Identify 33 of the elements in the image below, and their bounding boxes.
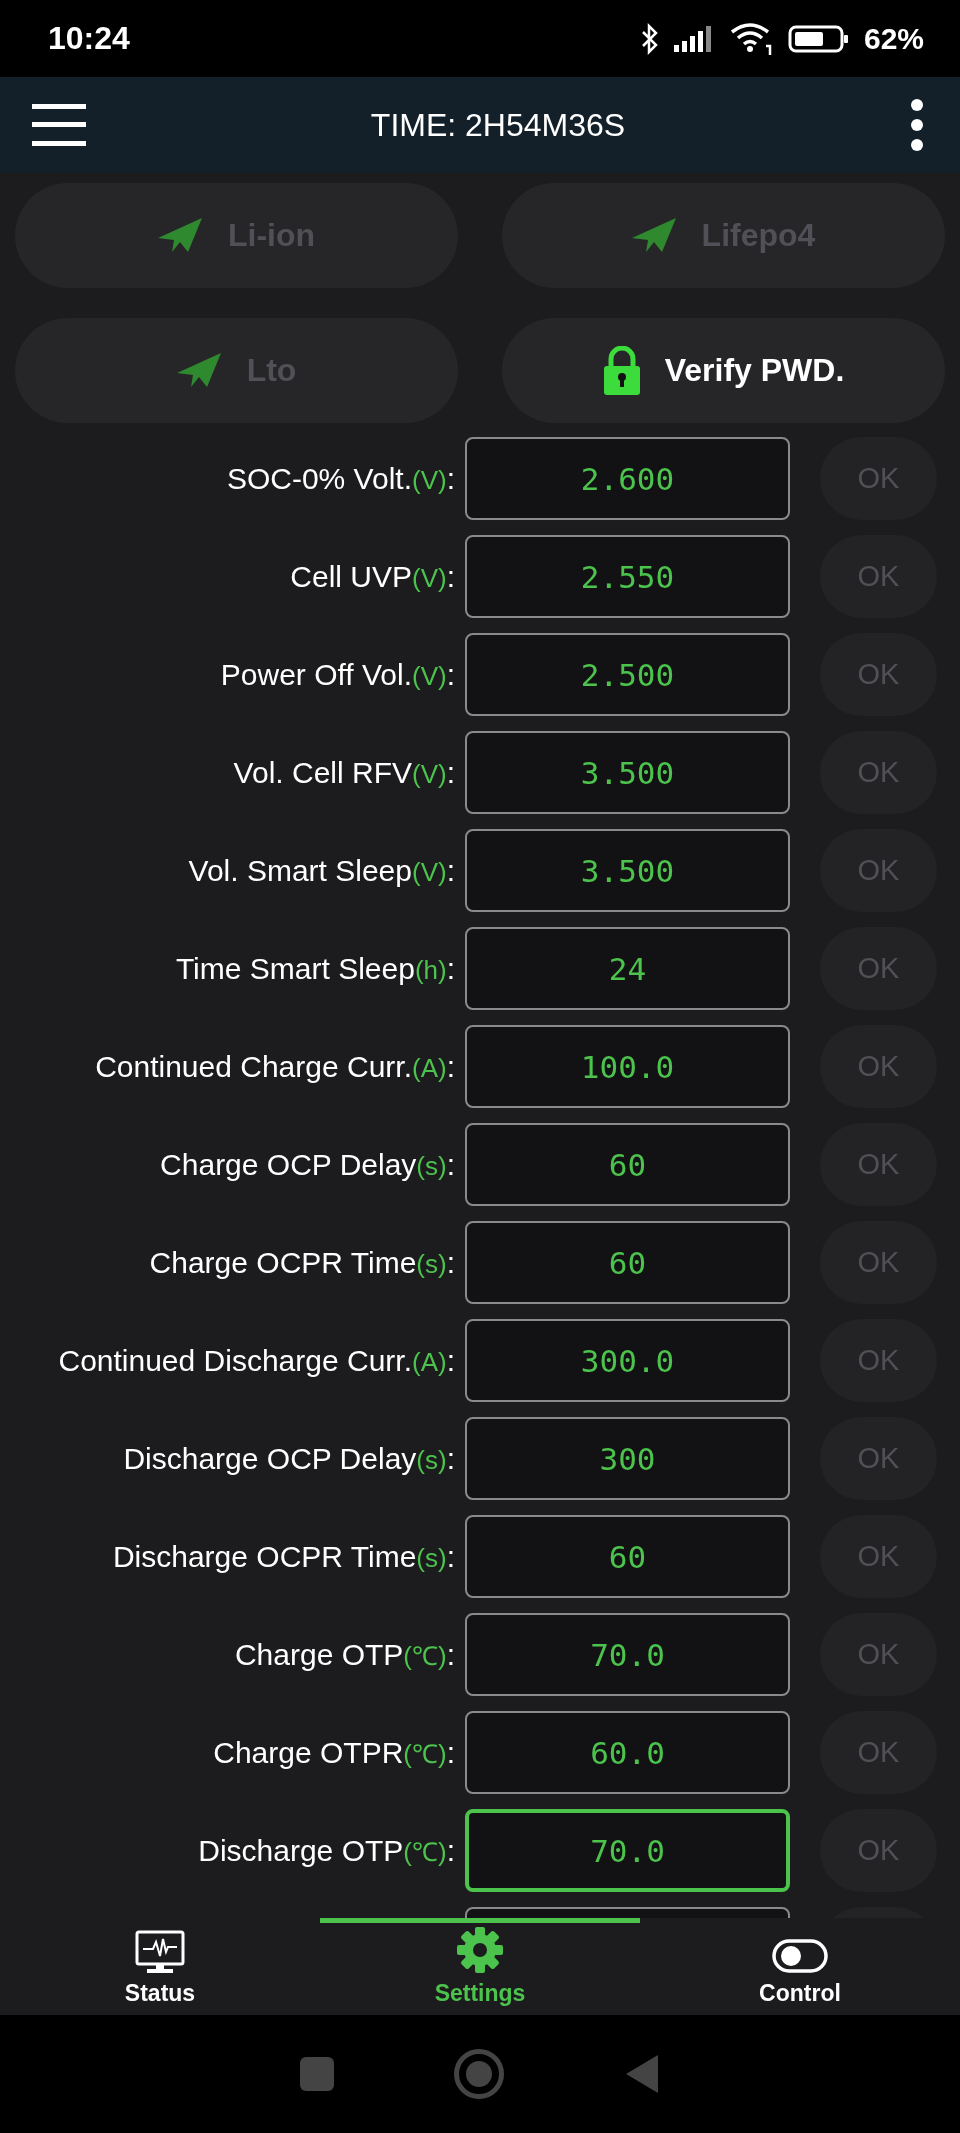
setting-label: Power Off Vol.(V): (219, 657, 455, 693)
setting-label: Vol. Smart Sleep(V): (187, 853, 455, 889)
nav-tab[interactable]: Control (640, 1918, 960, 2015)
battery-type-button[interactable]: Verify PWD. (502, 318, 945, 423)
nav-tab[interactable]: Status (0, 1918, 320, 2015)
back-button[interactable] (624, 2053, 660, 2095)
toggle-icon (772, 1938, 828, 1974)
recent-apps-button[interactable] (300, 2057, 334, 2091)
setting-label: Continued Charge Curr.(A): (94, 1049, 455, 1085)
setting-label: Discharge OCP Delay(s): (122, 1441, 455, 1477)
lock-icon (602, 345, 641, 396)
menu-icon[interactable] (32, 104, 86, 146)
status-time: 10:24 (48, 20, 130, 57)
setting-label: Charge OCP Delay(s): (159, 1147, 455, 1183)
battery-level: 62% (863, 21, 924, 56)
setting-label: Charge OTP(℃): (233, 1637, 455, 1673)
setting-label: Charge OTPR(℃): (212, 1735, 455, 1771)
monitor-icon (135, 1930, 185, 1974)
setting-label: Charge OCPR Time(s): (148, 1245, 455, 1281)
home-button[interactable] (454, 2049, 504, 2099)
setting-label: Vol. Cell RFV(V): (232, 755, 455, 791)
battery-icon (787, 23, 850, 54)
bluetooth-icon (639, 22, 660, 55)
more-options-icon[interactable] (910, 99, 924, 151)
settings-icon (456, 1926, 504, 1974)
setting-label: Time Smart Sleep(h): (174, 951, 455, 987)
wifi-icon (729, 21, 774, 56)
header-title: TIME: 2H54M36S (370, 106, 626, 144)
setting-label: Continued Discharge Curr.(A): (57, 1343, 455, 1379)
setting-label: SOC-0% Volt.(V): (225, 461, 455, 497)
setting-label: Discharge OCPR Time(s): (111, 1539, 455, 1575)
setting-label: Discharge OTP(℃): (197, 1833, 455, 1869)
setting-label: Cell UVP(V): (289, 559, 455, 595)
